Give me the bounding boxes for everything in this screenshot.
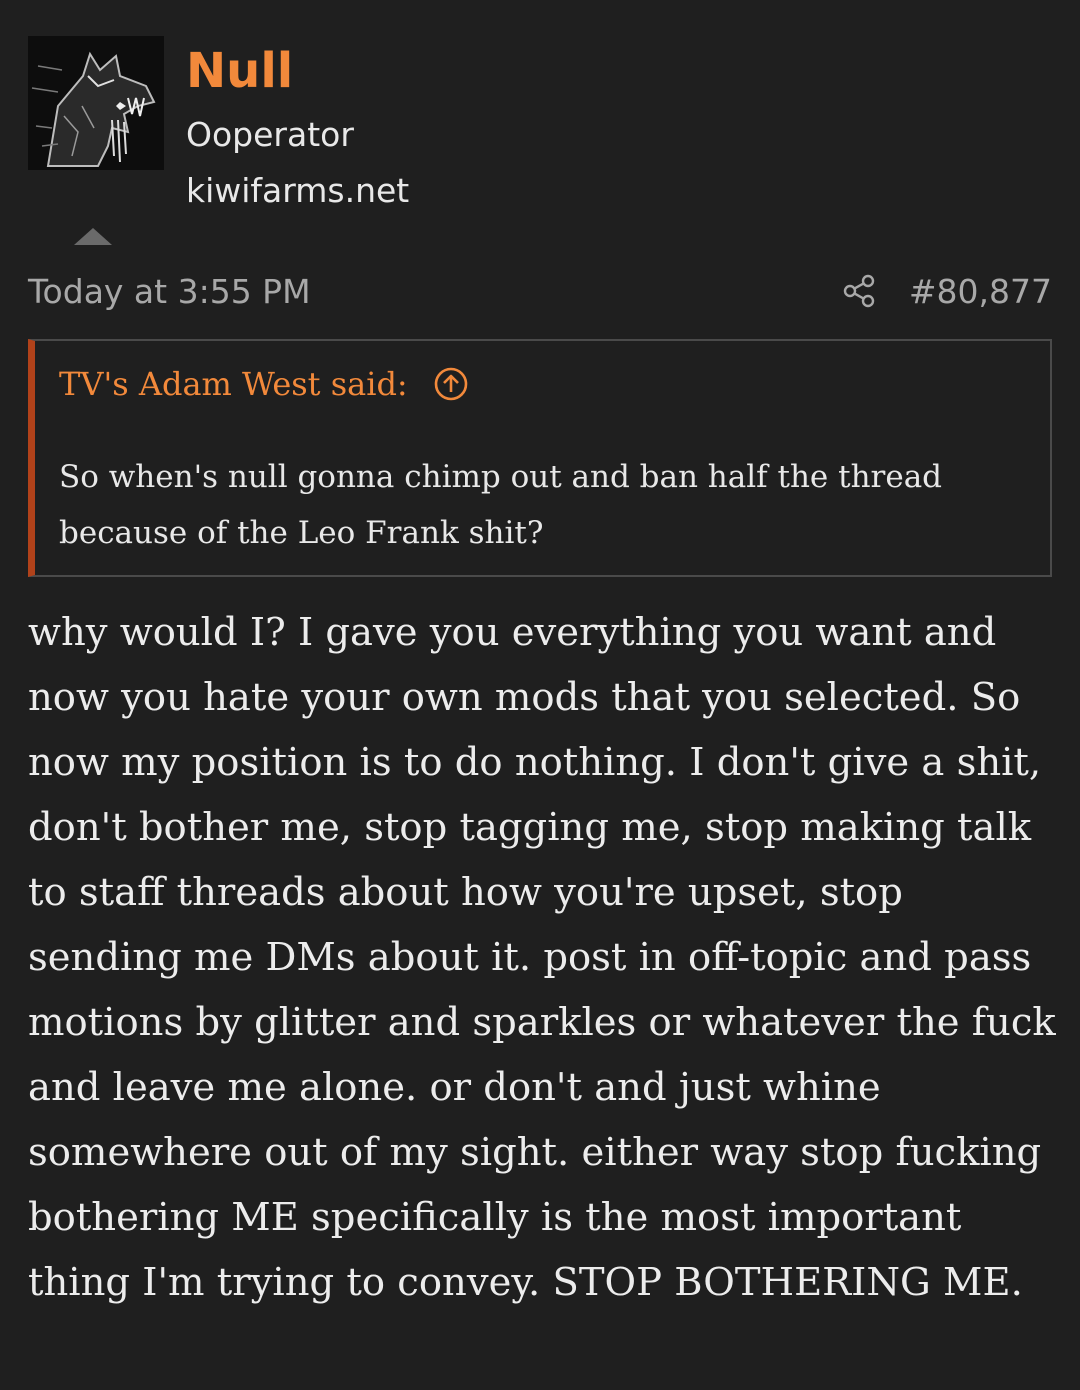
quote-block: TV's Adam West said: So when's null gonn… [28,339,1052,577]
arrow-up-circle-icon[interactable] [434,367,468,401]
user-title: Ooperator [186,115,354,154]
caret-up-icon [74,228,112,245]
post-timestamp[interactable]: Today at 3:55 PM [28,269,311,315]
user-site: kiwifarms.net [186,171,410,210]
username[interactable]: Null [186,40,409,102]
post-meta: Today at 3:55 PM #80,877 [28,269,1052,315]
quote-attribution[interactable]: TV's Adam West said: [59,365,408,403]
share-icon[interactable] [842,273,878,309]
avatar[interactable] [28,36,164,170]
forum-post: Null Ooperator kiwifarms.net Today at 3:… [28,36,1056,1305]
quote-text: So when's null gonna chimp out and ban h… [59,459,943,551]
user-info: Null Ooperator kiwifarms.net [186,40,409,214]
quote-attribution-row: TV's Adam West said: [59,361,468,407]
post-number[interactable]: #80,877 [909,269,1052,315]
user-block: Null Ooperator kiwifarms.net [28,36,1052,245]
message-body: why would I? I gave you everything you w… [28,610,1056,1305]
